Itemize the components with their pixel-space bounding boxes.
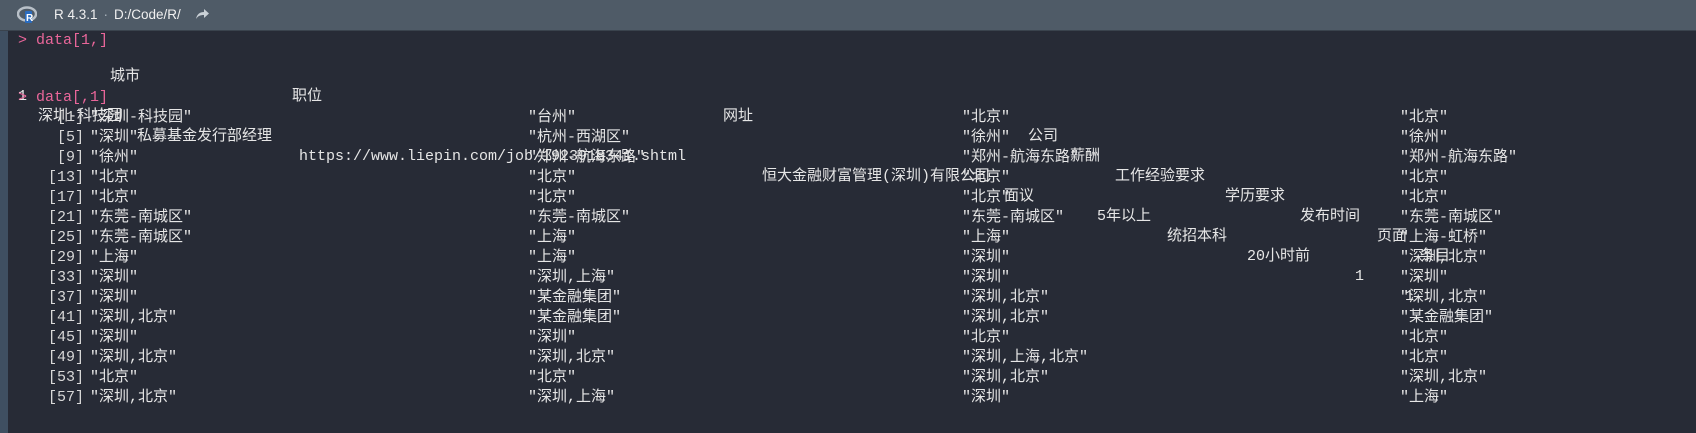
vector-value: "深圳" xyxy=(90,269,139,286)
vector-value: "深圳" xyxy=(962,389,1011,406)
vector-value: "某金融集团" xyxy=(528,309,622,326)
vector-value: "深圳" xyxy=(1400,269,1449,286)
cell: 1 xyxy=(1355,268,1365,285)
vector-value: "郑州-航海东路" xyxy=(1400,149,1518,166)
vector-index: [45] xyxy=(47,329,84,346)
vector-value: "深圳,北京" xyxy=(1400,289,1488,306)
vector-value: "深圳" xyxy=(90,289,139,306)
col-header: 职位 xyxy=(292,88,323,105)
col-header: 发布时间 xyxy=(1300,208,1361,225)
vector-value: "郑州-航海东路" xyxy=(528,149,646,166)
vector-index: [5] xyxy=(56,129,84,146)
vector-value: "东莞-南城区" xyxy=(1400,209,1503,226)
cell: 20小时前 xyxy=(1247,248,1311,265)
vector-value: "北京" xyxy=(962,189,1011,206)
vector-value: "北京" xyxy=(1400,329,1449,346)
vector-value: "郑州-航海东路" xyxy=(962,149,1080,166)
vector-value: "东莞-南城区" xyxy=(962,209,1065,226)
vector-index: [33] xyxy=(47,269,84,286)
vector-value: "台州" xyxy=(528,109,577,126)
vector-value: "上海-虹桥" xyxy=(1400,229,1488,246)
dataframe-header: 城市 职位 网址 公司 薪酬 工作经验要求 学历要求 发布时间 页面 条目 xyxy=(0,47,1450,265)
vector-value: "上海" xyxy=(528,229,577,246)
vector-value: "北京" xyxy=(90,189,139,206)
vector-value: "上海" xyxy=(90,249,139,266)
console-title: R 4.3.1 · D:/Code/R/ xyxy=(54,7,181,22)
vector-value: "深圳,北京" xyxy=(962,369,1050,386)
cell: 私募基金发行部经理 xyxy=(137,128,273,145)
vector-value: "北京" xyxy=(1400,109,1449,126)
vector-value: "东莞-南城区" xyxy=(528,209,631,226)
vector-index: [41] xyxy=(47,309,84,326)
vector-value: "深圳,北京" xyxy=(1400,249,1488,266)
vector-index: [49] xyxy=(47,349,84,366)
vector-index: [13] xyxy=(47,169,84,186)
vector-value: "深圳,上海,北京" xyxy=(962,349,1089,366)
working-directory[interactable]: D:/Code/R/ xyxy=(114,7,181,22)
vector-value: "深圳,北京" xyxy=(1400,369,1488,386)
vector-value: "北京" xyxy=(962,329,1011,346)
vector-value: "深圳,北京" xyxy=(528,349,616,366)
vector-value: "某金融集团" xyxy=(528,289,622,306)
vector-value: "深圳,北京" xyxy=(962,289,1050,306)
col-header: 公司 xyxy=(1028,128,1059,145)
r-version: R 4.3.1 xyxy=(54,7,98,22)
vector-value: "深圳-科技园" xyxy=(90,109,193,126)
col-header: 网址 xyxy=(723,108,754,125)
col-header: 城市 xyxy=(110,68,141,85)
svg-text:R: R xyxy=(26,13,34,24)
vector-value: "北京" xyxy=(1400,349,1449,366)
vector-index: [53] xyxy=(47,369,84,386)
vector-value: "北京" xyxy=(528,369,577,386)
vector-value: "北京" xyxy=(962,109,1011,126)
vector-value: "深圳" xyxy=(90,329,139,346)
cell: 恒大金融财富管理(深圳)有限公司 xyxy=(762,168,991,185)
vector-index: [21] xyxy=(47,209,84,226)
col-header: 学历要求 xyxy=(1225,188,1286,205)
vector-value: "深圳" xyxy=(90,129,139,146)
vector-value: "深圳,北京" xyxy=(90,309,178,326)
vector-value: "深圳" xyxy=(962,269,1011,286)
vector-value: "北京" xyxy=(528,169,577,186)
vector-value: "深圳,上海" xyxy=(528,269,616,286)
vector-value: "北京" xyxy=(1400,189,1449,206)
console-output[interactable]: > data[1,] 城市 职位 网址 公司 薪酬 工作经验要求 学历要求 发布… xyxy=(0,31,1696,433)
command-line: > data[,1] xyxy=(18,89,109,106)
dataframe-row: 1 深圳-科技园 私募基金发行部经理 https://www.liepin.co… xyxy=(0,67,1414,305)
cell: 5年以上 xyxy=(1097,208,1152,225)
vector-value: "深圳,北京" xyxy=(962,309,1050,326)
vector-value: "北京" xyxy=(962,169,1011,186)
console-titlebar: R R 4.3.1 · D:/Code/R/ xyxy=(0,0,1696,31)
vector-value: "杭州-西湖区" xyxy=(528,129,631,146)
vector-value: "北京" xyxy=(90,369,139,386)
vector-value: "北京" xyxy=(90,169,139,186)
cell: 统招本科 xyxy=(1167,228,1228,245)
vector-value: "北京" xyxy=(1400,169,1449,186)
vector-value: "深圳,北京" xyxy=(90,349,178,366)
vector-index: [57] xyxy=(47,389,84,406)
share-arrow-icon[interactable] xyxy=(194,6,210,22)
vector-value: "徐州" xyxy=(1400,129,1449,146)
vector-value: "上海" xyxy=(962,229,1011,246)
vector-value: "深圳" xyxy=(962,249,1011,266)
col-header: 工作经验要求 xyxy=(1115,168,1206,185)
vector-value: "某金融集团" xyxy=(1400,309,1494,326)
vector-index: [29] xyxy=(47,249,84,266)
vector-index: [9] xyxy=(56,149,84,166)
vector-value: "深圳" xyxy=(528,329,577,346)
vector-value: "东莞-南城区" xyxy=(90,229,193,246)
vector-index: [37] xyxy=(47,289,84,306)
vector-value: "徐州" xyxy=(962,129,1011,146)
vector-value: "东莞-南城区" xyxy=(90,209,193,226)
vector-value: "上海" xyxy=(528,249,577,266)
vector-value: "深圳,北京" xyxy=(90,389,178,406)
r-logo-icon: R xyxy=(17,6,37,24)
vector-index: [1] xyxy=(56,109,84,126)
vector-value: "上海" xyxy=(1400,389,1449,406)
vector-value: "北京" xyxy=(528,189,577,206)
vector-value: "深圳,上海" xyxy=(528,389,616,406)
vector-value: "徐州" xyxy=(90,149,139,166)
vector-index: [17] xyxy=(47,189,84,206)
vector-index: [25] xyxy=(47,229,84,246)
